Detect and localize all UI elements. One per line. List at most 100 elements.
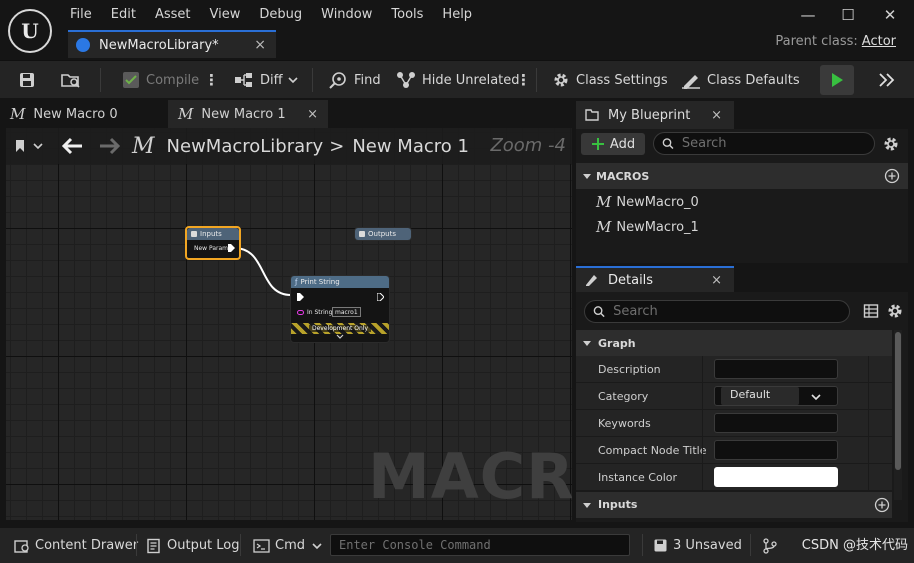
menu-help[interactable]: Help <box>432 0 481 30</box>
parent-class-label: Parent class: <box>775 34 858 49</box>
console-icon <box>253 538 270 553</box>
exec-pin-icon[interactable] <box>228 244 235 252</box>
hide-unrelated-icon <box>397 72 415 88</box>
keywords-field[interactable] <box>714 413 838 433</box>
add-circle-icon[interactable] <box>884 168 900 184</box>
inputs-node[interactable]: Inputs New Param <box>185 226 241 260</box>
save-icon <box>20 73 34 87</box>
tab-label: New Macro 0 <box>33 106 118 122</box>
menu-tools[interactable]: Tools <box>381 0 432 30</box>
node-icon <box>359 231 365 237</box>
macro-item-newmacro-1[interactable]: M NewMacro_1 <box>596 215 699 239</box>
hide-unrelated-button[interactable]: Hide Unrelated <box>396 61 520 99</box>
details-search-input[interactable] <box>611 303 849 320</box>
unreal-logo-icon[interactable]: U <box>8 9 52 53</box>
class-defaults-button[interactable]: Class Defaults <box>681 61 800 99</box>
content-drawer-button[interactable]: Content Drawer <box>14 528 138 563</box>
macro-icon: M <box>596 218 612 236</box>
close-icon[interactable]: × <box>307 107 318 122</box>
chevron-down-icon <box>583 341 591 346</box>
compile-icon <box>123 72 139 88</box>
add-circle-icon[interactable] <box>874 497 890 513</box>
parent-class-link[interactable]: Actor <box>862 34 896 49</box>
gear-icon[interactable] <box>886 302 904 320</box>
category-value: Default <box>721 387 799 405</box>
graph-editor[interactable]: M NewMacroLibrary > New Macro 1 Zoom -4 … <box>6 128 572 520</box>
source-control-button[interactable] <box>763 528 782 563</box>
details-icon <box>586 275 597 286</box>
category-dropdown[interactable]: Default <box>714 386 838 406</box>
find-label: Find <box>354 72 381 88</box>
graph-section-header[interactable]: Graph <box>576 330 892 356</box>
property-label: Compact Node Title <box>598 444 707 457</box>
unsaved-button[interactable]: 3 Unsaved <box>653 528 742 563</box>
macros-section-header[interactable]: MACROS <box>576 163 908 189</box>
menu-file[interactable]: File <box>60 0 101 30</box>
macro-item-label: NewMacro_0 <box>616 194 699 210</box>
tab-details[interactable]: Details × <box>576 266 734 292</box>
inputs-section-header[interactable]: Inputs <box>576 492 892 518</box>
exec-out-pin-icon[interactable] <box>377 293 384 301</box>
exec-in-pin-icon[interactable] <box>297 293 304 301</box>
tab-new-macro-1[interactable]: M New Macro 1 × <box>168 100 328 128</box>
outputs-node[interactable]: Outputs <box>354 227 412 241</box>
menu-asset[interactable]: Asset <box>145 0 200 30</box>
minimize-button[interactable]: — <box>796 5 820 25</box>
class-defaults-icon <box>682 75 700 89</box>
details-scrollbar[interactable] <box>894 330 902 500</box>
menu-view[interactable]: View <box>200 0 250 30</box>
string-pin-icon[interactable] <box>297 310 304 315</box>
menu-debug[interactable]: Debug <box>249 0 311 30</box>
my-blueprint-search-input[interactable] <box>679 135 874 152</box>
compact-node-title-field[interactable] <box>714 440 838 460</box>
menu-edit[interactable]: Edit <box>101 0 145 30</box>
diff-button[interactable]: Diff <box>234 61 305 99</box>
compile-options-icon[interactable]: ⋮ <box>204 61 219 99</box>
menu-window[interactable]: Window <box>311 0 381 30</box>
close-icon[interactable]: × <box>711 273 722 288</box>
in-string-label: In String <box>307 309 333 316</box>
tab-my-blueprint[interactable]: My Blueprint × <box>576 101 734 129</box>
graph-section-label: Graph <box>598 336 636 350</box>
console-command-input[interactable] <box>331 535 629 555</box>
macro-item-newmacro-0[interactable]: M NewMacro_0 <box>596 190 699 214</box>
status-bar: Content Drawer Output Log Cmd 3 Unsaved … <box>0 528 914 563</box>
compile-button[interactable]: Compile <box>122 61 199 99</box>
instance-color-swatch[interactable] <box>714 467 838 487</box>
tab-new-macro-0[interactable]: M New Macro 0 <box>0 100 166 128</box>
hide-unrelated-options-icon[interactable]: ⋮ <box>516 61 531 99</box>
table-view-icon[interactable] <box>863 303 879 319</box>
chevron-down-icon <box>583 503 591 508</box>
chevron-down-icon <box>811 394 821 401</box>
details-search[interactable] <box>584 300 850 323</box>
play-button[interactable] <box>820 65 854 95</box>
description-field[interactable] <box>714 359 838 379</box>
gear-icon[interactable] <box>882 135 900 153</box>
asset-tab[interactable]: NewMacroLibrary* × <box>68 30 276 58</box>
print-string-node[interactable]: ƒ Print String In String macro1 Developm… <box>290 275 390 343</box>
development-only-banner: Development Only <box>291 323 389 334</box>
chevron-down-icon[interactable] <box>336 334 344 340</box>
hide-unrelated-label: Hide Unrelated <box>422 72 520 88</box>
my-blueprint-search[interactable] <box>653 132 875 155</box>
close-icon[interactable]: × <box>711 108 722 123</box>
outputs-node-title: Outputs <box>368 230 396 238</box>
console-command-field[interactable] <box>330 534 630 556</box>
browse-button[interactable] <box>60 61 88 99</box>
class-settings-button[interactable]: Class Settings <box>552 61 668 99</box>
more-toolbar-button[interactable] <box>878 61 902 99</box>
add-button[interactable]: Add <box>581 133 645 155</box>
cmd-dropdown[interactable]: Cmd <box>253 528 328 563</box>
close-icon[interactable]: × <box>254 37 266 53</box>
source-control-icon <box>763 537 777 554</box>
maximize-button[interactable]: ☐ <box>836 5 860 25</box>
find-button[interactable]: Find <box>328 61 381 99</box>
inputs-node-pin-label: New Param <box>194 245 229 252</box>
output-log-button[interactable]: Output Log <box>146 528 240 563</box>
close-window-button[interactable]: ✕ <box>878 5 902 25</box>
chevron-down-icon <box>288 77 298 84</box>
diff-icon <box>235 73 252 87</box>
in-string-value[interactable]: macro1 <box>332 307 361 317</box>
my-blueprint-label: My Blueprint <box>608 107 691 123</box>
save-button[interactable] <box>18 61 42 99</box>
